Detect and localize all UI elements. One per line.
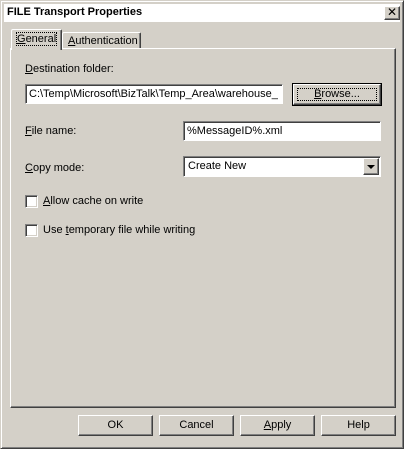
close-icon[interactable]: ✕ [384, 6, 400, 20]
chevron-down-icon [367, 165, 375, 169]
general-tab-panel: Destination folder: C:\Temp\Microsoft\Bi… [10, 48, 396, 408]
dialog-window: FILE Transport Properties ✕ General Auth… [0, 0, 404, 449]
tab-authentication-label: Authentication [68, 35, 138, 47]
browse-button[interactable]: Browse... [292, 83, 382, 106]
copy-mode-value: Create New [188, 160, 247, 172]
tab-authentication[interactable]: Authentication [62, 32, 141, 49]
tab-general-label: General [15, 32, 58, 46]
apply-button[interactable]: Apply [240, 415, 315, 436]
help-button[interactable]: Help [321, 415, 396, 436]
file-name-input[interactable]: %MessageID%.xml [183, 121, 381, 141]
browse-button-label: Browse... [314, 88, 360, 100]
copy-mode-label: Copy mode: [25, 162, 85, 174]
title-bar[interactable]: FILE Transport Properties ✕ [4, 4, 400, 22]
allow-cache-label[interactable]: Allow cache on write [43, 195, 143, 207]
ok-button[interactable]: OK [78, 415, 153, 436]
destination-folder-label: Destination folder: [25, 63, 114, 75]
temp-file-checkbox[interactable] [25, 224, 38, 237]
temp-file-label[interactable]: Use temporary file while writing [43, 224, 195, 236]
tab-general[interactable]: General [11, 29, 62, 50]
window-title: FILE Transport Properties [7, 6, 143, 18]
destination-folder-input[interactable]: C:\Temp\Microsoft\BizTalk\Temp_Area\ware… [25, 84, 283, 104]
file-name-label: File name: [25, 125, 77, 137]
copy-mode-select[interactable]: Create New [183, 156, 381, 177]
allow-cache-checkbox[interactable] [25, 195, 38, 208]
copy-mode-dropdown-button[interactable] [363, 158, 379, 175]
cancel-button[interactable]: Cancel [159, 415, 234, 436]
